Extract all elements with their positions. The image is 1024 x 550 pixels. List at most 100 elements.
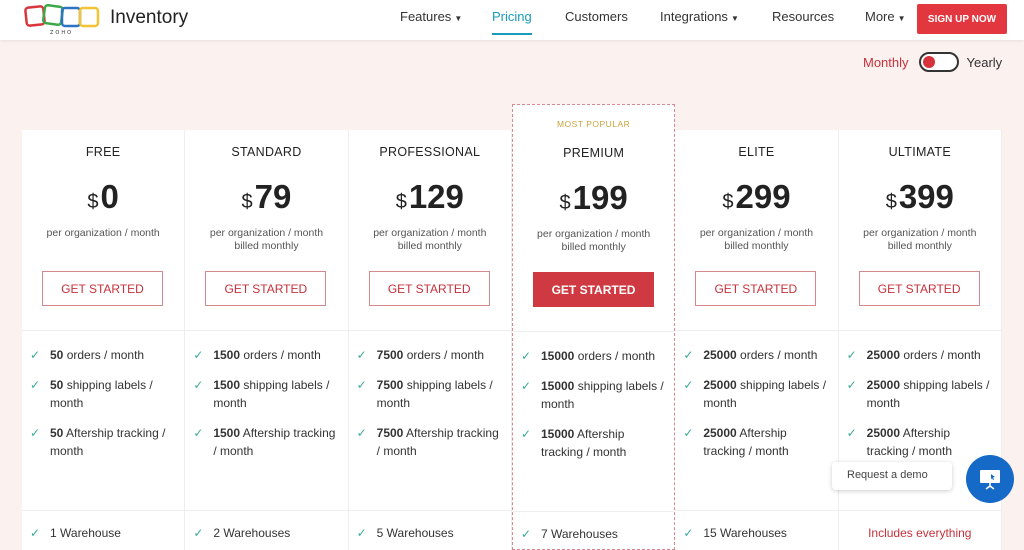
presentation-icon bbox=[980, 470, 1000, 490]
feature-list: ✓ 50 orders / month ✓ 50 shipping labels / … bbox=[30, 346, 176, 472]
plan-price: $299 bbox=[675, 178, 837, 216]
feature-item: ✓ 1500 Aftership tracking / month bbox=[193, 424, 339, 460]
nav-customers[interactable]: Customers bbox=[565, 9, 628, 24]
divider bbox=[838, 330, 1001, 331]
currency-symbol: $ bbox=[87, 191, 99, 213]
feature-list: ✓ 25000 orders / month ✓ 25000 shipping lab… bbox=[847, 346, 993, 472]
price-value: 399 bbox=[898, 178, 954, 215]
most-popular-badge: MOST POPULAR bbox=[556, 119, 631, 129]
check-icon: ✓ bbox=[846, 426, 857, 440]
billed-label: billed monthly bbox=[397, 240, 462, 252]
check-icon: ✓ bbox=[30, 348, 41, 362]
check-icon: ✓ bbox=[683, 348, 694, 362]
feature-item: ✓ 1500 shipping labels / month bbox=[193, 376, 339, 412]
feature-quantity: 25000 bbox=[866, 378, 901, 392]
feature-item: ✓ 7500 orders / month bbox=[357, 346, 503, 364]
check-icon: ✓ bbox=[356, 348, 367, 362]
get-started-button[interactable]: GET STARTED bbox=[205, 271, 327, 306]
divider bbox=[22, 330, 185, 331]
feature-item: ✓ 15000 Aftership tracking / month bbox=[521, 425, 666, 461]
top-nav: ZOHO Inventory Features ▼ Pricing Custome… bbox=[0, 0, 1024, 40]
request-demo-button[interactable] bbox=[966, 455, 1014, 503]
price-period: per organization / month billed monthly bbox=[185, 227, 347, 253]
price-period: per organization / month billed monthly bbox=[675, 227, 837, 253]
feature-quantity: 1500 bbox=[213, 378, 241, 392]
feature-text: orders / month bbox=[903, 348, 981, 362]
feature-quantity: 25000 bbox=[866, 426, 901, 440]
check-icon: ✓ bbox=[846, 378, 857, 392]
feature-item: ✓ 25000 shipping labels / month bbox=[683, 376, 829, 412]
feature-text: orders / month bbox=[243, 348, 321, 362]
feature-item: ✓ 1500 orders / month bbox=[193, 346, 339, 364]
feature-text: shipping labels / month bbox=[50, 378, 153, 410]
divider bbox=[512, 511, 675, 512]
nav-more[interactable]: More ▼ bbox=[865, 9, 906, 24]
divider bbox=[675, 330, 838, 331]
divider bbox=[185, 510, 348, 511]
feature-quantity: 1500 bbox=[213, 348, 241, 362]
get-started-button[interactable]: GET STARTED bbox=[695, 271, 817, 306]
plan-price: $399 bbox=[839, 178, 1001, 216]
feature-quantity: 50 bbox=[50, 426, 64, 440]
divider bbox=[838, 510, 1001, 511]
per-label: per organization / month bbox=[699, 227, 814, 239]
feature-quantity: 25000 bbox=[703, 426, 737, 440]
nav-pricing[interactable]: Pricing bbox=[492, 9, 532, 35]
plan-name: FREE bbox=[85, 145, 121, 159]
nav-resources[interactable]: Resources bbox=[772, 9, 834, 24]
chevron-down-icon: ▼ bbox=[730, 14, 739, 23]
nav-integrations[interactable]: Integrations ▼ bbox=[660, 9, 739, 24]
nav-features[interactable]: Features ▼ bbox=[400, 9, 462, 24]
price-period: per organization / month billed monthly bbox=[349, 227, 511, 253]
price-value: 299 bbox=[735, 178, 791, 215]
feature-quantity: 1500 bbox=[213, 426, 241, 440]
billing-toggle[interactable] bbox=[918, 52, 959, 72]
feature-item: ✓ 25000 Aftership tracking / month bbox=[683, 424, 829, 460]
plan-card-standard: STANDARD $79 per organization / month bil… bbox=[185, 130, 349, 550]
plan-card-free: FREE $0 per organization / month GET STA… bbox=[22, 130, 186, 550]
per-label: per organization / month bbox=[209, 227, 324, 239]
feature-text: Aftership tracking / month bbox=[50, 426, 166, 458]
currency-symbol: $ bbox=[722, 191, 734, 213]
currency-symbol: $ bbox=[241, 191, 253, 213]
currency-symbol: $ bbox=[559, 192, 571, 214]
feature-quantity: 25000 bbox=[703, 348, 737, 362]
currency-symbol: $ bbox=[395, 191, 407, 213]
check-icon: ✓ bbox=[193, 426, 204, 440]
feature-item: ✓ 15000 orders / month bbox=[521, 347, 666, 365]
feature-text: orders / month bbox=[740, 348, 818, 362]
get-started-button[interactable]: GET STARTED bbox=[532, 272, 654, 307]
divider bbox=[185, 330, 348, 331]
billed-label: billed monthly bbox=[887, 240, 952, 252]
price-value: 199 bbox=[572, 179, 628, 216]
plan-price: $0 bbox=[22, 178, 184, 216]
plan-price: $79 bbox=[185, 178, 347, 216]
divider bbox=[22, 510, 185, 511]
get-started-button[interactable]: GET STARTED bbox=[858, 271, 980, 306]
billing-toggle-row: Monthly Yearly bbox=[863, 52, 1002, 72]
feature-list: ✓ 15000 orders / month ✓ 15000 shipping lab… bbox=[521, 347, 666, 473]
feature-item: ✓ 25000 orders / month bbox=[683, 346, 829, 364]
divider bbox=[348, 330, 511, 331]
plan-card-professional: PROFESSIONAL $129 per organization / mon… bbox=[348, 130, 512, 550]
get-started-button[interactable]: GET STARTED bbox=[368, 271, 490, 306]
monthly-label[interactable]: Monthly bbox=[863, 55, 909, 70]
feature-quantity: 15000 bbox=[540, 349, 575, 363]
feature-item: ✓ 25000 Aftership tracking / month bbox=[847, 424, 993, 460]
feature-text: orders / month bbox=[406, 348, 485, 362]
sign-up-button[interactable]: SIGN UP NOW bbox=[917, 4, 1007, 34]
feature-list: ✓ 1500 orders / month ✓ 1500 shipping label… bbox=[193, 346, 339, 472]
plan-card-elite: ELITE $299 per organization / month bille… bbox=[675, 130, 839, 550]
zoho-logo[interactable]: ZOHO bbox=[24, 4, 108, 36]
request-demo-tooltip[interactable]: Request a demo bbox=[832, 462, 952, 490]
price-period: per organization / month billed monthly bbox=[839, 227, 1001, 253]
billed-label: billed monthly bbox=[561, 241, 626, 253]
plan-price: $129 bbox=[349, 178, 511, 216]
yearly-label[interactable]: Yearly bbox=[967, 55, 1003, 70]
chevron-down-icon: ▼ bbox=[897, 14, 906, 23]
get-started-button[interactable]: GET STARTED bbox=[42, 271, 163, 306]
price-value: 129 bbox=[408, 178, 464, 215]
feature-item: ✓ 50 shipping labels / month bbox=[30, 376, 176, 412]
plan-name: PROFESSIONAL bbox=[379, 145, 481, 159]
check-icon: ✓ bbox=[520, 427, 532, 441]
